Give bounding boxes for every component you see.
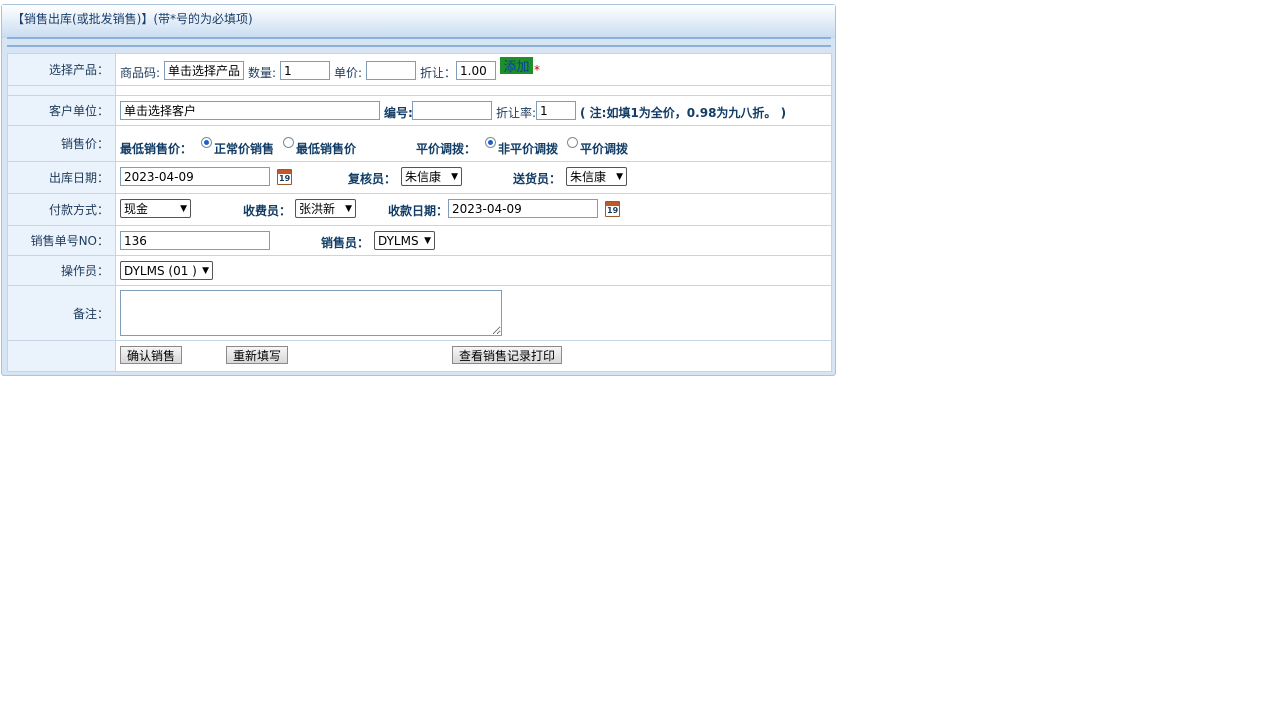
discount-note: ( 注:如填1为全价，0.98为九八折。 ) — [580, 106, 787, 120]
reset-button[interactable]: 重新填写 — [226, 346, 289, 364]
operator-select-value: DYLMS (01 ) — [124, 263, 197, 278]
chevron-down-icon: ▼ — [345, 203, 352, 214]
row-out-date: 出库日期： 19 复核员： 朱信康 ▼ 送货员： 朱信康 ▼ — [8, 162, 831, 194]
collector-label: 收费员： — [243, 204, 292, 218]
chevron-down-icon: ▼ — [424, 235, 431, 246]
sales-form-panel: 【销售出库(或批发销售)】(带*号的为必填项) 选择产品： 商品码: 数量: 单… — [1, 4, 836, 376]
header-divider-top — [7, 37, 831, 39]
radio-transfer[interactable] — [567, 137, 578, 148]
product-code-input[interactable] — [164, 61, 244, 80]
row-customer: 客户单位： 编号: 折让率: ( 注:如填1为全价，0.98为九八折。 ) — [8, 96, 831, 126]
sales-form: 选择产品： 商品码: 数量: 单价: 折让： 添加 * 客户单位： — [7, 53, 832, 372]
required-mark: * — [534, 63, 540, 77]
radio-non-transfer[interactable] — [485, 137, 496, 148]
deliverer-select-value: 朱信康 — [570, 170, 607, 184]
seller-label: 销售员： — [321, 236, 370, 250]
operator-select[interactable]: DYLMS (01 ) ▼ — [120, 261, 213, 280]
label-product: 选择产品： — [8, 54, 116, 85]
radio-min-price[interactable] — [283, 137, 294, 148]
label-spacer — [8, 86, 116, 95]
normal-price-option-label: 正常价销售 — [214, 142, 275, 156]
row-sale-price: 销售价： 最低销售价： 正常价销售 最低销售价 平价调拨： 非平价调拨 平价调拨 — [8, 126, 831, 162]
payment-method-value: 现金 — [124, 202, 149, 216]
row-actions: 确认销售 重新填写 查看销售记录打印 — [8, 341, 831, 371]
collector-select-value: 张洪新 — [299, 202, 336, 216]
reviewer-label: 复核员： — [348, 172, 397, 186]
reviewer-select-value: 朱信康 — [405, 170, 442, 184]
row-order-no: 销售单号NO： 销售员： DYLMS ▼ — [8, 226, 831, 256]
panel-header: 【销售出库(或批发销售)】(带*号的为必填项) — [2, 5, 835, 38]
header-divider-bottom — [7, 45, 831, 47]
chevron-down-icon: ▼ — [451, 171, 458, 182]
confirm-sale-button[interactable]: 确认销售 — [120, 346, 183, 364]
row-product: 选择产品： 商品码: 数量: 单价: 折让： 添加 * — [8, 54, 831, 86]
chevron-down-icon: ▼ — [616, 171, 623, 182]
calendar-icon[interactable]: 19 — [277, 169, 292, 185]
chevron-down-icon: ▼ — [202, 265, 209, 276]
seller-select-value: DYLMS — [378, 233, 419, 248]
discount-rate-input[interactable] — [536, 101, 576, 120]
collect-date-label: 收款日期： — [388, 204, 449, 218]
out-date-input[interactable] — [120, 167, 270, 186]
transfer-option-label: 平价调拨 — [580, 142, 629, 156]
row-remark: 备注： — [8, 286, 831, 341]
product-code-label: 商品码: — [120, 66, 161, 80]
deliverer-label: 送货员： — [513, 172, 562, 186]
unit-price-input[interactable] — [366, 61, 416, 80]
page-title: 【销售出库(或批发销售)】(带*号的为必填项) — [12, 12, 253, 26]
label-order-no: 销售单号NO： — [8, 226, 116, 255]
reviewer-select[interactable]: 朱信康 ▼ — [401, 167, 462, 186]
row-operator: 操作员： DYLMS (01 ) ▼ — [8, 256, 831, 286]
view-print-button[interactable]: 查看销售记录打印 — [452, 346, 563, 364]
remark-textarea[interactable] — [120, 290, 502, 336]
collect-date-input[interactable] — [448, 199, 598, 218]
order-no-input[interactable] — [120, 231, 270, 250]
add-product-button[interactable]: 添加 — [500, 57, 533, 75]
calendar-icon[interactable]: 19 — [605, 201, 620, 217]
label-payment: 付款方式： — [8, 194, 116, 225]
min-price-option-label: 最低销售价 — [296, 142, 357, 156]
label-sale-price: 销售价： — [8, 126, 116, 161]
row-spacer — [8, 86, 831, 96]
label-operator: 操作员： — [8, 256, 116, 285]
discount-label: 折让： — [420, 66, 457, 80]
customer-code-label: 编号: — [384, 106, 413, 120]
quantity-label: 数量: — [248, 66, 277, 80]
label-remark: 备注： — [8, 286, 116, 340]
quantity-input[interactable] — [280, 61, 330, 80]
discount-rate-label: 折让率: — [496, 106, 537, 120]
radio-normal-price[interactable] — [201, 137, 212, 148]
label-customer: 客户单位： — [8, 96, 116, 125]
row-payment: 付款方式： 现金 ▼ 收费员： 张洪新 ▼ 收款日期： 19 — [8, 194, 831, 226]
seller-select[interactable]: DYLMS ▼ — [374, 231, 435, 250]
unit-price-label: 单价: — [334, 66, 363, 80]
discount-input[interactable] — [456, 61, 496, 80]
non-transfer-option-label: 非平价调拨 — [498, 142, 559, 156]
content-spacer — [116, 86, 831, 95]
label-actions — [8, 341, 116, 371]
customer-code-input[interactable] — [412, 101, 492, 120]
deliverer-select[interactable]: 朱信康 ▼ — [566, 167, 627, 186]
min-price-label: 最低销售价： — [120, 142, 193, 156]
calendar-icon-day: 19 — [607, 206, 619, 215]
transfer-label: 平价调拨： — [416, 142, 477, 156]
payment-method-select[interactable]: 现金 ▼ — [120, 199, 191, 218]
label-out-date: 出库日期： — [8, 162, 116, 193]
collector-select[interactable]: 张洪新 ▼ — [295, 199, 356, 218]
customer-input[interactable] — [120, 101, 380, 120]
chevron-down-icon: ▼ — [180, 203, 187, 214]
calendar-icon-day: 19 — [279, 174, 291, 183]
